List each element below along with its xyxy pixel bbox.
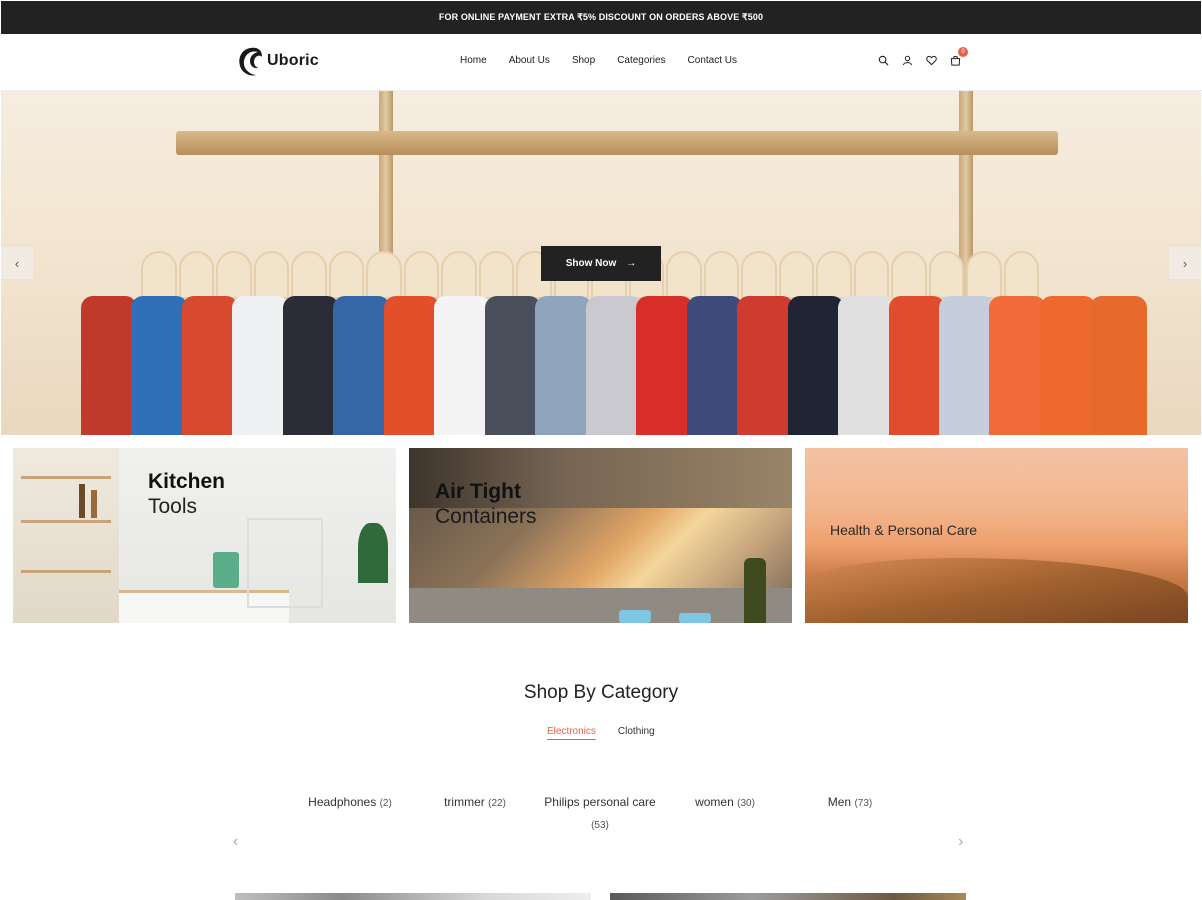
category-item[interactable]: Men (73) bbox=[790, 791, 910, 837]
chevron-right-icon: › bbox=[1182, 255, 1188, 271]
banner-air-tight-containers[interactable]: Air Tight Containers bbox=[409, 448, 792, 623]
brand-logo[interactable]: Uboric bbox=[236, 44, 319, 78]
shop-by-category-title: Shop By Category bbox=[523, 682, 679, 703]
brand-name: Uboric bbox=[267, 52, 319, 69]
category-name: women bbox=[695, 795, 734, 809]
category-count: (22) bbox=[488, 798, 506, 809]
user-icon[interactable] bbox=[900, 53, 914, 67]
shelf-image bbox=[13, 448, 119, 623]
chevron-left-icon: ‹ bbox=[233, 833, 239, 850]
show-now-label: Show Now bbox=[565, 258, 617, 269]
cart-count-badge: 0 bbox=[958, 47, 968, 57]
plant-image bbox=[358, 523, 388, 583]
hero-prev-button[interactable]: ‹ bbox=[1, 247, 33, 279]
banner-2-subtitle: Containers bbox=[435, 505, 537, 528]
category-name: Men bbox=[827, 795, 852, 809]
arrow-right-icon: → bbox=[626, 258, 637, 269]
site-header: Uboric Home About Us Shop Categories Con… bbox=[0, 34, 1202, 91]
hero-slider: Show Now → ‹ › bbox=[1, 91, 1201, 435]
hills-image bbox=[805, 558, 1188, 623]
category-count: (53) bbox=[591, 820, 609, 831]
nav-shop[interactable]: Shop bbox=[572, 55, 595, 66]
counter-image bbox=[409, 588, 792, 623]
category-prev-arrow[interactable]: ‹ bbox=[233, 833, 238, 851]
category-item[interactable]: trimmer (22) bbox=[410, 791, 540, 837]
bottle-image bbox=[744, 558, 766, 623]
banner-2-title: Air Tight bbox=[435, 480, 521, 503]
category-item[interactable]: women (30) bbox=[660, 791, 790, 837]
tab-clothing[interactable]: Clothing bbox=[618, 726, 655, 740]
category-next-arrow[interactable]: › bbox=[958, 833, 963, 851]
hero-next-button[interactable]: › bbox=[1169, 247, 1201, 279]
category-name: Headphones bbox=[308, 795, 377, 809]
cart-icon[interactable]: 0 bbox=[948, 47, 968, 67]
nav-contact-us[interactable]: Contact Us bbox=[688, 55, 737, 66]
category-image-thumb[interactable] bbox=[235, 893, 591, 900]
announcement-bar: FOR ONLINE PAYMENT EXTRA ₹5% DISCOUNT ON… bbox=[1, 1, 1201, 34]
show-now-button[interactable]: Show Now → bbox=[541, 246, 661, 281]
category-count: (73) bbox=[854, 798, 873, 809]
category-count: (2) bbox=[379, 798, 392, 809]
swirl-logo-icon bbox=[239, 47, 262, 76]
announcement-text: FOR ONLINE PAYMENT EXTRA ₹5% DISCOUNT ON… bbox=[438, 12, 764, 22]
chevron-right-icon: › bbox=[958, 833, 964, 850]
category-name: trimmer bbox=[444, 795, 485, 809]
banner-1-subtitle: Tools bbox=[148, 495, 198, 518]
category-item[interactable]: Philips personal care (53) bbox=[540, 791, 660, 837]
banner-kitchen-tools[interactable]: Kitchen Tools bbox=[13, 448, 396, 623]
nav-home[interactable]: Home bbox=[460, 55, 487, 66]
nav-about-us[interactable]: About Us bbox=[509, 55, 550, 66]
hanging-clothes-image bbox=[81, 296, 1147, 435]
banner-health-personal-care[interactable]: Health & Personal Care bbox=[805, 448, 1188, 623]
banner-1-title: Kitchen bbox=[148, 470, 226, 493]
main-nav: Home About Us Shop Categories Contact Us bbox=[460, 55, 759, 66]
category-image-thumb[interactable] bbox=[610, 893, 966, 900]
kettle-image bbox=[213, 552, 239, 588]
search-icon[interactable] bbox=[876, 53, 890, 67]
category-item[interactable]: Headphones (2) bbox=[290, 791, 410, 837]
category-count: (30) bbox=[737, 798, 755, 809]
header-icons: 0 bbox=[876, 47, 968, 67]
banner-3-title: Health & Personal Care bbox=[830, 522, 978, 538]
tab-electronics[interactable]: Electronics bbox=[547, 726, 596, 740]
category-name: Philips personal care bbox=[544, 795, 656, 809]
nav-categories[interactable]: Categories bbox=[617, 55, 665, 66]
chevron-left-icon: ‹ bbox=[14, 255, 20, 271]
heart-icon[interactable] bbox=[924, 53, 938, 67]
clothing-rack-bar bbox=[176, 131, 1058, 155]
category-tabs: Electronics Clothing bbox=[547, 726, 655, 740]
category-list: Headphones (2) trimmer (22) Philips pers… bbox=[290, 791, 910, 837]
container-image bbox=[679, 613, 711, 623]
container-image bbox=[619, 610, 651, 623]
rack-image bbox=[247, 518, 323, 608]
